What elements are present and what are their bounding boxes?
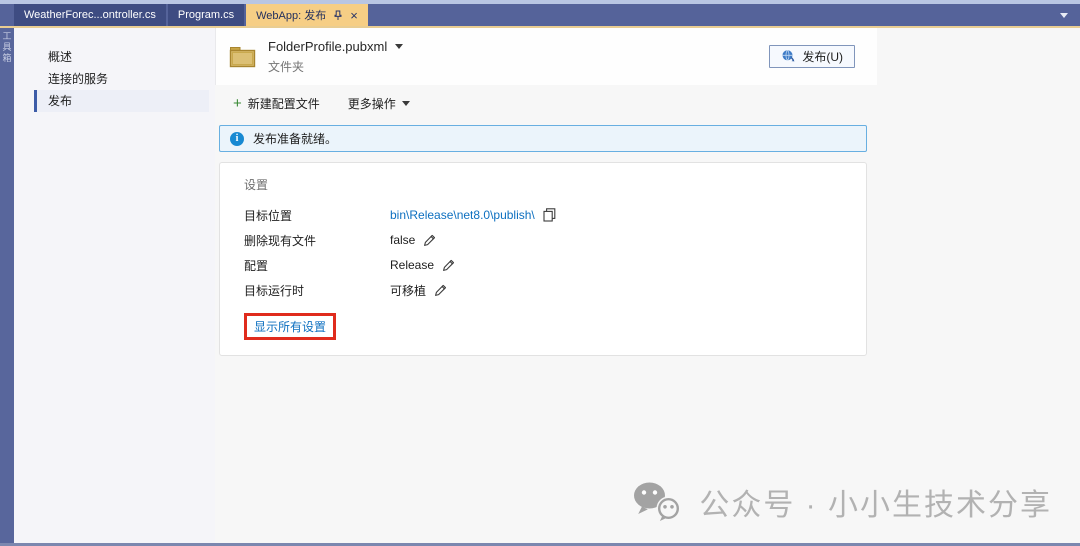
profile-actions-row: + 新建配置文件 更多操作 — [233, 95, 1080, 112]
publish-button[interactable]: 发布(U) — [769, 45, 855, 68]
plus-icon: + — [233, 96, 242, 111]
document-tab-bar: WeatherForec...ontroller.cs Program.cs W… — [0, 4, 1080, 26]
settings-card: 设置 目标位置 bin\Release\net8.0\publish\ 删除现有… — [219, 162, 867, 356]
pin-icon[interactable] — [333, 10, 343, 21]
edit-pencil-icon[interactable] — [442, 259, 455, 272]
watermark: 公众号 · 小小生技术分享 — [632, 480, 1052, 524]
toolbox-vertical-tab[interactable]: 工具箱 — [0, 28, 14, 546]
setting-label: 配置 — [244, 257, 390, 274]
setting-row-configuration: 配置 Release — [244, 256, 866, 274]
toolbox-vertical-label: 工具箱 — [1, 31, 14, 546]
nav-item-label: 发布 — [48, 94, 72, 108]
edit-pencil-icon[interactable] — [423, 234, 436, 247]
nav-item-publish[interactable]: 发布 — [34, 90, 209, 112]
setting-value: false — [390, 233, 415, 247]
tab-program-cs[interactable]: Program.cs — [168, 4, 244, 26]
profile-type-label: 文件夹 — [268, 58, 403, 75]
tab-label: Program.cs — [178, 9, 234, 21]
watermark-text: 公众号 · 小小生技术分享 — [699, 480, 1052, 524]
setting-row-target-runtime: 目标运行时 可移植 — [244, 281, 866, 299]
tab-webapp-publish[interactable]: WebApp: 发布 × — [246, 4, 368, 26]
tab-list-chevron-down-icon[interactable] — [1060, 13, 1068, 18]
wechat-icon — [632, 480, 684, 524]
publish-page: FolderProfile.pubxml 文件夹 发布(U) + 新建配置文件 — [215, 28, 1080, 546]
copy-icon[interactable] — [543, 208, 556, 222]
setting-label: 目标位置 — [244, 207, 390, 224]
close-icon[interactable]: × — [350, 9, 358, 22]
more-actions-dropdown[interactable]: 更多操作 — [348, 95, 410, 112]
publish-globe-icon — [781, 49, 796, 64]
setting-label: 目标运行时 — [244, 282, 390, 299]
info-icon: i — [230, 132, 244, 146]
tab-label: WebApp: 发布 — [256, 7, 326, 23]
nav-item-overview[interactable]: 概述 — [34, 46, 209, 68]
tab-weatherforecast-controller[interactable]: WeatherForec...ontroller.cs — [14, 4, 166, 26]
nav-item-label: 概述 — [48, 50, 72, 64]
edit-pencil-icon[interactable] — [434, 284, 447, 297]
show-all-settings-link[interactable]: 显示所有设置 — [254, 320, 326, 334]
nav-item-label: 连接的服务 — [48, 72, 108, 86]
info-message: 发布准备就绪。 — [253, 130, 337, 147]
chevron-down-icon[interactable] — [395, 44, 403, 49]
profile-name-dropdown[interactable]: FolderProfile.pubxml — [268, 39, 387, 54]
setting-row-delete-existing-files: 删除现有文件 false — [244, 231, 866, 249]
setting-label: 删除现有文件 — [244, 232, 390, 249]
chevron-down-icon — [402, 101, 410, 106]
target-location-link[interactable]: bin\Release\net8.0\publish\ — [390, 208, 535, 222]
new-profile-label: 新建配置文件 — [248, 95, 320, 112]
annotation-highlight-box: 显示所有设置 — [244, 313, 336, 340]
setting-value: 可移植 — [390, 282, 426, 299]
new-profile-button[interactable]: + 新建配置文件 — [233, 95, 320, 112]
nav-item-connected-services[interactable]: 连接的服务 — [34, 68, 209, 90]
folder-icon — [229, 46, 256, 68]
publish-button-label: 发布(U) — [802, 48, 843, 65]
publish-profile-header: FolderProfile.pubxml 文件夹 发布(U) — [215, 28, 877, 85]
setting-value: Release — [390, 258, 434, 272]
setting-row-target-location: 目标位置 bin\Release\net8.0\publish\ — [244, 206, 866, 224]
more-actions-label: 更多操作 — [348, 95, 396, 112]
publish-nav-panel: 概述 连接的服务 发布 — [14, 28, 215, 546]
settings-title: 设置 — [244, 176, 866, 193]
publish-ready-info-bar: i 发布准备就绪。 — [219, 125, 867, 152]
tab-label: WeatherForec...ontroller.cs — [24, 9, 156, 21]
